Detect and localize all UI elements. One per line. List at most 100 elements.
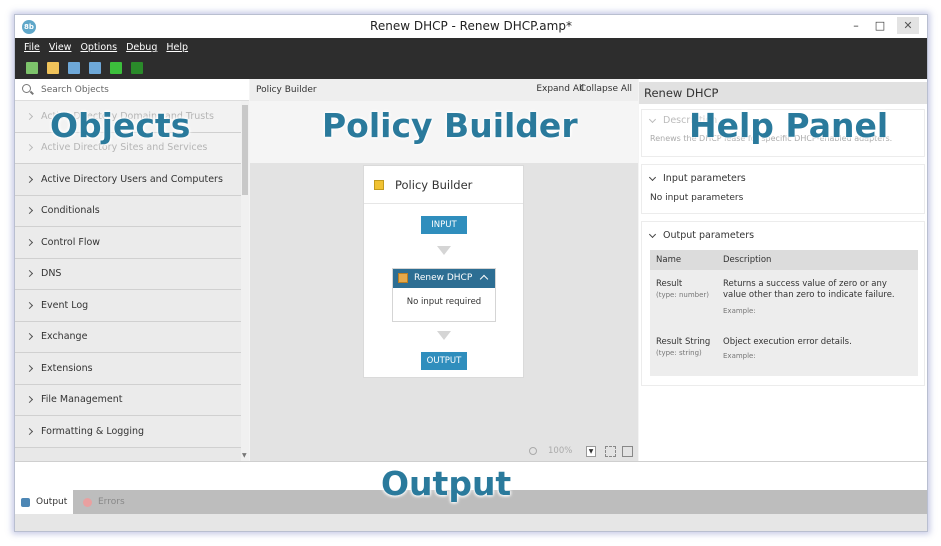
run-icon[interactable] — [110, 62, 122, 74]
fit-to-screen-icon[interactable] — [605, 446, 616, 457]
output-parameters-section: Output parameters Name Description Resul… — [641, 221, 925, 386]
list-item[interactable]: Event Log — [15, 290, 241, 322]
search-box — [15, 79, 249, 101]
param-name: Result String — [656, 337, 711, 347]
list-item-label: Active Directory Sites and Services — [41, 142, 208, 154]
menu-options[interactable]: Options — [80, 42, 117, 53]
stop-icon[interactable] — [131, 62, 143, 74]
tab-output[interactable]: Output — [15, 490, 73, 514]
zoom-bar: 100% ▼ — [250, 443, 638, 461]
save-icon[interactable] — [68, 62, 80, 74]
list-item[interactable]: Active Directory Sites and Services — [15, 132, 241, 164]
bottom-tab-bar: Output Errors — [15, 490, 927, 514]
list-item-label: File Management — [41, 394, 123, 406]
menu-view[interactable]: View — [49, 42, 72, 53]
list-item[interactable]: Exchange — [15, 321, 241, 353]
maximize-button[interactable]: □ — [869, 17, 891, 34]
menu-debug[interactable]: Debug — [126, 42, 157, 53]
error-icon — [83, 497, 92, 507]
objects-list: Active Directory Domains and Trusts Acti… — [15, 101, 241, 461]
chevron-right-icon — [25, 427, 34, 435]
chevron-right-icon — [25, 333, 34, 341]
flow-arrow-icon — [437, 246, 451, 255]
list-item[interactable]: Formatting & Logging — [15, 416, 241, 448]
menu-help[interactable]: Help — [166, 42, 188, 53]
list-item-label: Conditionals — [41, 205, 100, 217]
list-item-label: Exchange — [41, 331, 88, 343]
window-title: Renew DHCP - Renew DHCP.amp* — [370, 19, 572, 33]
toolbar — [15, 57, 927, 79]
list-item[interactable]: Conditionals — [15, 195, 241, 227]
output-icon — [21, 497, 30, 507]
search-icon — [22, 84, 31, 93]
menu-bar: File View Options Debug Help — [15, 38, 927, 57]
input-node[interactable]: INPUT — [421, 216, 467, 234]
description-header[interactable]: Description — [648, 115, 717, 126]
input-parameters-header[interactable]: Input parameters — [648, 173, 746, 184]
flow-arrow-icon — [437, 331, 451, 340]
list-item[interactable]: Active Directory Domains and Trusts — [15, 101, 241, 133]
param-name: Result — [656, 279, 683, 289]
list-item-label: Active Directory Users and Computers — [41, 173, 223, 185]
list-item-label: Control Flow — [41, 236, 101, 248]
chevron-right-icon — [25, 364, 34, 372]
output-parameters-header[interactable]: Output parameters — [648, 230, 755, 241]
tab-errors-label: Errors — [98, 497, 125, 507]
list-item-label: DNS — [41, 268, 62, 280]
list-item[interactable]: DNS — [15, 258, 241, 290]
menu-file[interactable]: File — [24, 42, 40, 53]
output-node[interactable]: OUTPUT — [421, 352, 467, 370]
chevron-down-icon — [648, 115, 657, 123]
output-panel — [15, 461, 927, 490]
list-item[interactable]: Active Directory Users and Computers — [15, 164, 241, 196]
scrollbar-thumb[interactable] — [242, 105, 248, 195]
input-parameters-label: Input parameters — [663, 173, 746, 184]
output-parameters-table: Name Description Result (type: number) R… — [650, 250, 918, 376]
search-input[interactable] — [41, 83, 241, 97]
scroll-down-icon[interactable]: ▼ — [242, 452, 247, 459]
param-description: Returns a success value of zero or any v… — [723, 279, 895, 300]
list-item-label: Formatting & Logging — [41, 425, 145, 437]
param-type: (type: string) — [656, 349, 702, 357]
expand-all-button[interactable]: Expand All — [536, 84, 584, 94]
zoom-dropdown-icon[interactable]: ▼ — [586, 446, 596, 457]
param-description: Object execution error details. — [723, 337, 852, 347]
flow-card-title: Policy Builder — [395, 178, 473, 192]
table-header: Name Description — [650, 250, 918, 270]
param-type: (type: number) — [656, 291, 710, 299]
chevron-right-icon — [25, 144, 34, 152]
output-parameters-label: Output parameters — [663, 230, 755, 241]
list-item[interactable]: File Management — [15, 384, 241, 416]
step-label: Renew DHCP — [414, 273, 473, 283]
list-item[interactable]: Control Flow — [15, 227, 241, 259]
chevron-right-icon — [25, 207, 34, 215]
objects-panel: Active Directory Domains and Trusts Acti… — [15, 79, 249, 461]
help-title: Renew DHCP — [644, 86, 719, 100]
objects-scrollbar[interactable]: ▼ — [241, 101, 249, 461]
chevron-right-icon — [25, 112, 34, 120]
flow-card: Policy Builder INPUT Renew DHCP No input… — [363, 165, 524, 378]
status-bar — [15, 514, 927, 531]
column-header-description: Description — [723, 255, 772, 265]
input-parameters-section: Input parameters No input parameters — [641, 164, 925, 214]
close-button[interactable]: ✕ — [897, 17, 919, 34]
tab-errors[interactable]: Errors — [79, 490, 139, 514]
list-item-label: Event Log — [41, 299, 89, 311]
chevron-right-icon — [25, 175, 34, 183]
help-title-bar: Renew DHCP — [639, 82, 927, 104]
list-item[interactable]: Extensions — [15, 353, 241, 385]
renew-dhcp-step[interactable]: Renew DHCP No input required — [392, 268, 496, 322]
collapse-all-button[interactable]: Collapse All — [580, 84, 632, 94]
title-bar: 8b Renew DHCP - Renew DHCP.amp* – □ ✕ — [15, 15, 927, 38]
step-header[interactable]: Renew DHCP — [393, 269, 495, 288]
step-icon — [398, 273, 408, 283]
minimize-button[interactable]: – — [845, 17, 867, 34]
new-icon[interactable] — [26, 62, 38, 74]
zoom-level[interactable]: 100% — [548, 446, 572, 456]
save-as-icon[interactable] — [89, 62, 101, 74]
chevron-right-icon — [25, 396, 34, 404]
open-folder-icon[interactable] — [47, 62, 59, 74]
collapse-chevron-icon[interactable] — [479, 274, 489, 284]
actual-size-icon[interactable] — [622, 446, 633, 457]
chevron-down-icon — [648, 173, 657, 181]
